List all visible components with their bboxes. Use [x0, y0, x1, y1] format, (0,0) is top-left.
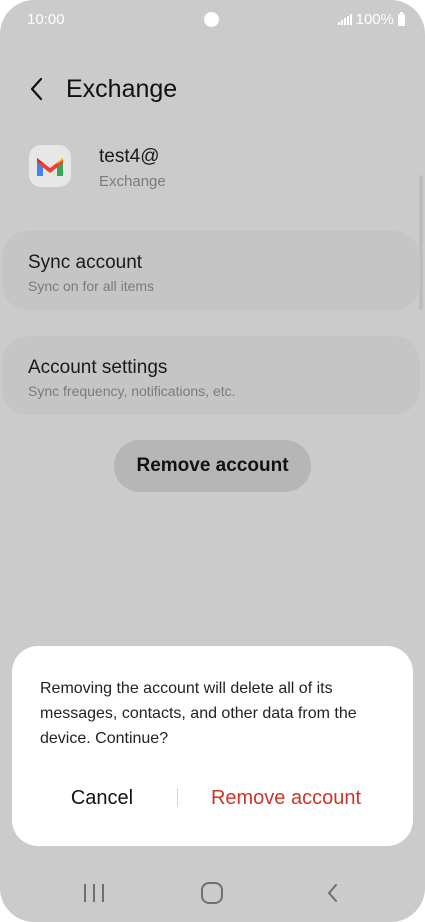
sync-account-title: Sync account	[28, 252, 143, 273]
scrollbar[interactable]	[419, 175, 423, 310]
status-right: 100%	[337, 11, 405, 28]
recents-icon[interactable]	[81, 882, 107, 904]
account-settings-item[interactable]: Account settings Sync frequency, notific…	[2, 336, 420, 415]
back-arrow-icon[interactable]	[24, 74, 54, 104]
account-settings-subtitle: Sync frequency, notifications, etc.	[28, 383, 236, 399]
signal-icon	[337, 14, 352, 25]
remove-account-dialog: Removing the account will delete all of …	[12, 646, 413, 846]
back-icon[interactable]	[321, 881, 345, 905]
account-type: Exchange	[99, 173, 166, 190]
battery-icon	[398, 11, 405, 26]
cancel-button[interactable]: Cancel	[40, 780, 164, 816]
status-time: 10:00	[27, 11, 65, 28]
button-divider	[177, 788, 178, 807]
remove-account-label: Remove account	[136, 455, 289, 476]
dialog-message: Removing the account will delete all of …	[40, 680, 357, 747]
page-title: Exchange	[66, 75, 178, 103]
sync-account-subtitle: Sync on for all items	[28, 278, 155, 294]
account-name: test4@	[99, 146, 160, 167]
cancel-label: Cancel	[70, 787, 134, 809]
gmail-icon	[29, 145, 71, 187]
navigation-bar	[0, 872, 425, 914]
sync-account-item[interactable]: Sync account Sync on for all items	[2, 231, 420, 310]
home-icon[interactable]	[200, 881, 224, 905]
remove-account-button[interactable]: Remove account	[114, 440, 311, 492]
confirm-remove-label: Remove account	[210, 787, 362, 809]
account-settings-title: Account settings	[28, 357, 168, 378]
phone-screen: 10:00 100% Exchange test4@ Exchange Sync…	[0, 0, 425, 922]
confirm-remove-button[interactable]: Remove account	[188, 780, 384, 816]
camera-cutout	[204, 12, 219, 27]
battery-percent: 100%	[355, 11, 394, 28]
